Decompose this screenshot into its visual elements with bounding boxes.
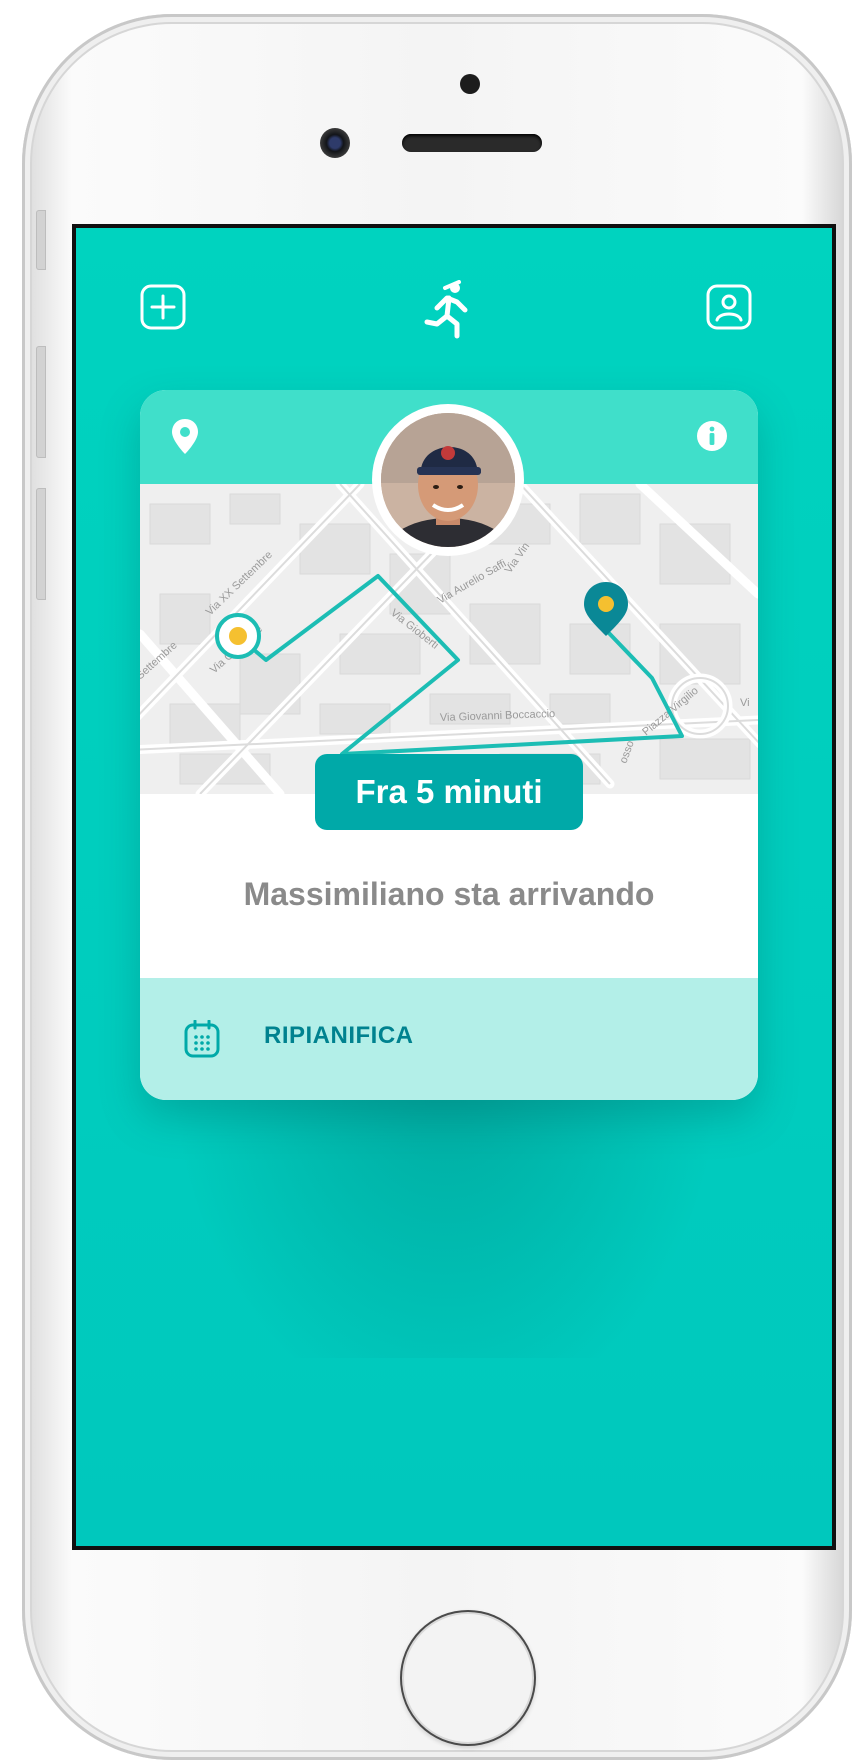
- info-icon[interactable]: [696, 420, 728, 452]
- runner-icon: [424, 280, 468, 339]
- reschedule-button[interactable]: RIPIANIFICA: [140, 978, 758, 1100]
- volume-up-button: [36, 346, 46, 458]
- street-label: Vi: [740, 697, 750, 709]
- front-camera: [320, 128, 350, 158]
- avatar: [381, 413, 515, 547]
- calendar-icon: [184, 1020, 220, 1058]
- eta-badge: Fra 5 minuti: [315, 754, 583, 830]
- origin-marker: [215, 613, 261, 659]
- courier-avatar[interactable]: [372, 404, 524, 556]
- proximity-sensor: [460, 74, 480, 94]
- delivery-card: Settembre Via XX Settembre Via Giuseppe …: [140, 390, 758, 1100]
- home-button[interactable]: [400, 1610, 536, 1746]
- volume-down-button: [36, 488, 46, 600]
- mute-switch: [36, 210, 46, 270]
- earpiece-speaker: [402, 134, 542, 152]
- plus-square-icon[interactable]: [140, 284, 186, 330]
- status-text: Massimiliano sta arrivando: [243, 876, 655, 912]
- map-pin-icon[interactable]: [170, 418, 200, 456]
- app-screen: Settembre Via XX Settembre Via Giuseppe …: [72, 224, 836, 1550]
- reschedule-label: RIPIANIFICA: [264, 1022, 414, 1049]
- user-square-icon[interactable]: [706, 284, 752, 330]
